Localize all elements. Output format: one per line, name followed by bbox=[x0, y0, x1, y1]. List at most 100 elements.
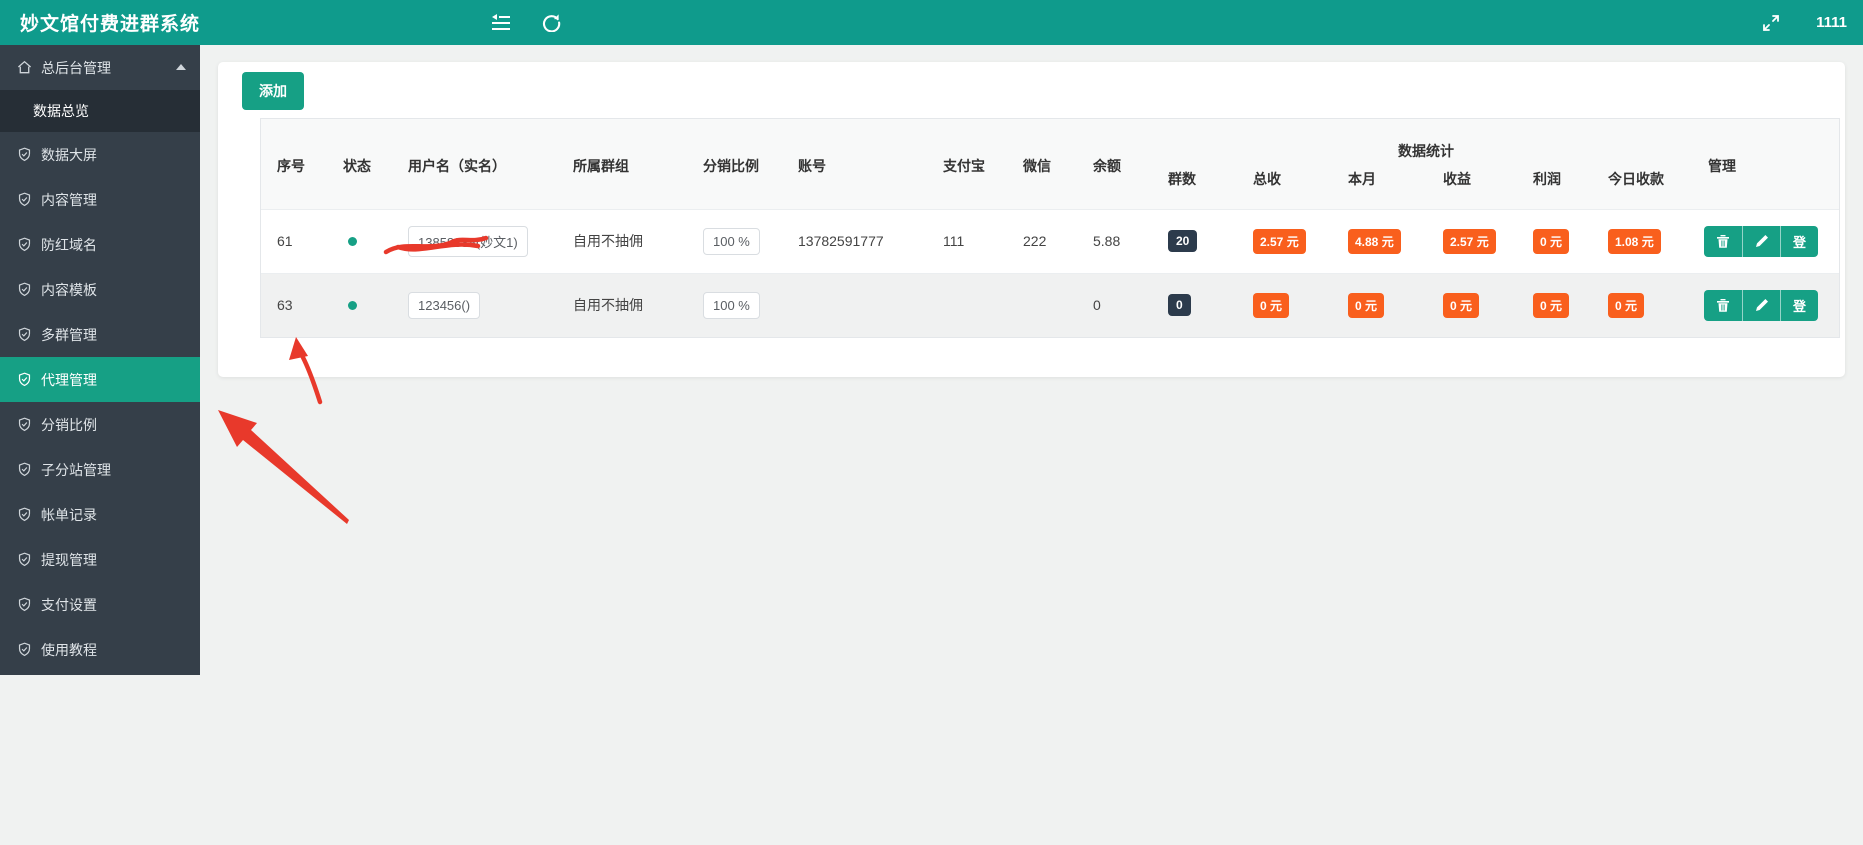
total-badge: 0 元 bbox=[1253, 292, 1290, 318]
col-income: 收益 bbox=[1431, 163, 1521, 209]
cell-account bbox=[786, 272, 931, 337]
shield-check-icon bbox=[17, 327, 33, 343]
chevron-up-icon bbox=[176, 64, 186, 70]
username-field[interactable]: 13858888(妙文1) bbox=[408, 225, 528, 257]
col-manage: 管理 bbox=[1696, 119, 1840, 209]
col-wechat: 微信 bbox=[1011, 119, 1081, 209]
sidebar-item-data-overview[interactable]: 数据总览 bbox=[0, 90, 200, 132]
cell-alipay: 111 bbox=[931, 208, 1011, 273]
shield-check-icon bbox=[17, 417, 33, 433]
cell-month: 4.88 元 bbox=[1336, 208, 1431, 273]
cell-balance: 0 bbox=[1081, 272, 1156, 337]
user-menu[interactable]: 1111 bbox=[1816, 14, 1847, 31]
cell-status bbox=[331, 208, 396, 273]
cell-username: 13858888(妙文1) bbox=[396, 208, 561, 273]
sidebar-nav: 总后台管理 数据总览 数据大屏 内容管理 防红域名 内容模板 多群管理 代理管理… bbox=[0, 45, 200, 675]
username-field[interactable]: 123456() bbox=[408, 291, 481, 319]
status-online-dot bbox=[348, 301, 357, 311]
cell-groups: 0 bbox=[1156, 272, 1241, 337]
col-group-stats: 数据统计 bbox=[1156, 119, 1697, 163]
col-groups: 群数 bbox=[1156, 163, 1241, 209]
top-navbar: 妙文馆付费进群系统 1111 bbox=[0, 0, 1863, 45]
sidebar-item-bill-records[interactable]: 帐单记录 bbox=[0, 492, 200, 537]
login-button[interactable]: 登 bbox=[1780, 289, 1819, 321]
cell-account: 13782591777 bbox=[786, 208, 931, 273]
sidebar-item-antired-domain[interactable]: 防红域名 bbox=[0, 222, 200, 267]
cell-total: 0 元 bbox=[1241, 272, 1336, 337]
sidebar-item-data-screen[interactable]: 数据大屏 bbox=[0, 132, 200, 177]
table-row: 63 123456() 自用不抽佣 100 % 0 0 0 元 0 元 0 元 bbox=[261, 272, 1840, 337]
login-button[interactable]: 登 bbox=[1780, 225, 1819, 257]
content-area: 添加 序号 状态 用户名（实名） 所属群组 分销比例 账号 支付宝 微信 余额 … bbox=[200, 45, 1863, 845]
total-badge: 2.57 元 bbox=[1253, 228, 1306, 254]
cell-ratio: 100 % bbox=[691, 208, 786, 273]
sidebar-item-multi-group[interactable]: 多群管理 bbox=[0, 312, 200, 357]
shield-check-icon bbox=[17, 192, 33, 208]
today-badge: 0 元 bbox=[1608, 292, 1645, 318]
group-count-badge: 0 bbox=[1168, 294, 1191, 317]
table-row: 61 13858888(妙文1) 自用不抽佣 100 % 13782591777… bbox=[261, 208, 1840, 273]
delete-button[interactable] bbox=[1704, 225, 1743, 257]
ratio-field[interactable]: 100 % bbox=[703, 227, 760, 255]
sidebar-item-content-mgmt[interactable]: 内容管理 bbox=[0, 177, 200, 222]
profit-badge: 0 元 bbox=[1533, 228, 1570, 254]
sidebar-item-distribution-ratio[interactable]: 分销比例 bbox=[0, 402, 200, 447]
shield-check-icon bbox=[17, 507, 33, 523]
cell-income: 0 元 bbox=[1431, 272, 1521, 337]
edit-button[interactable] bbox=[1742, 289, 1781, 321]
profit-badge: 0 元 bbox=[1533, 292, 1570, 318]
collapse-menu-icon[interactable] bbox=[490, 12, 512, 34]
col-username: 用户名（实名） bbox=[396, 119, 561, 209]
ratio-field[interactable]: 100 % bbox=[703, 291, 760, 319]
today-badge: 1.08 元 bbox=[1608, 228, 1661, 254]
cell-balance: 5.88 bbox=[1081, 208, 1156, 273]
shield-check-icon bbox=[17, 147, 33, 163]
cell-profit: 0 元 bbox=[1521, 208, 1596, 273]
app-title: 妙文馆付费进群系统 bbox=[20, 14, 201, 35]
cell-groups: 20 bbox=[1156, 208, 1241, 273]
add-button[interactable]: 添加 bbox=[242, 72, 304, 110]
shield-check-icon bbox=[17, 237, 33, 253]
cell-income: 2.57 元 bbox=[1431, 208, 1521, 273]
col-account: 账号 bbox=[786, 119, 931, 209]
col-month: 本月 bbox=[1336, 163, 1431, 209]
col-seq: 序号 bbox=[261, 119, 331, 209]
col-group: 所属群组 bbox=[561, 119, 691, 209]
cell-seq: 61 bbox=[261, 208, 331, 273]
sidebar-item-payment-settings[interactable]: 支付设置 bbox=[0, 582, 200, 627]
delete-button[interactable] bbox=[1704, 289, 1743, 321]
cell-group: 自用不抽佣 bbox=[561, 208, 691, 273]
home-icon bbox=[17, 60, 33, 76]
edit-button[interactable] bbox=[1742, 225, 1781, 257]
cell-ratio: 100 % bbox=[691, 272, 786, 337]
cell-profit: 0 元 bbox=[1521, 272, 1596, 337]
cell-seq: 63 bbox=[261, 272, 331, 337]
sidebar-item-substation-mgmt[interactable]: 子分站管理 bbox=[0, 447, 200, 492]
col-status: 状态 bbox=[331, 119, 396, 209]
cell-manage: 登 bbox=[1696, 208, 1840, 273]
cell-total: 2.57 元 bbox=[1241, 208, 1336, 273]
cell-wechat: 222 bbox=[1011, 208, 1081, 273]
shield-check-icon bbox=[17, 642, 33, 658]
shield-check-icon bbox=[17, 282, 33, 298]
sidebar-item-admin-root[interactable]: 总后台管理 bbox=[0, 45, 200, 90]
col-profit: 利润 bbox=[1521, 163, 1596, 209]
cell-wechat bbox=[1011, 272, 1081, 337]
col-balance: 余额 bbox=[1081, 119, 1156, 209]
sidebar-item-withdrawal-mgmt[interactable]: 提现管理 bbox=[0, 537, 200, 582]
cell-alipay bbox=[931, 272, 1011, 337]
col-today: 今日收款 bbox=[1596, 163, 1697, 209]
status-online-dot bbox=[348, 237, 357, 246]
cell-today: 1.08 元 bbox=[1596, 208, 1697, 273]
fullscreen-icon[interactable] bbox=[1760, 12, 1782, 34]
shield-check-icon bbox=[17, 462, 33, 478]
shield-check-icon bbox=[17, 552, 33, 568]
group-count-badge: 20 bbox=[1168, 230, 1198, 252]
sidebar-item-tutorial[interactable]: 使用教程 bbox=[0, 627, 200, 672]
sidebar-item-content-template[interactable]: 内容模板 bbox=[0, 267, 200, 312]
refresh-icon[interactable] bbox=[540, 12, 562, 34]
cell-today: 0 元 bbox=[1596, 272, 1697, 337]
sidebar-item-agent-mgmt[interactable]: 代理管理 bbox=[0, 357, 200, 402]
col-total: 总收 bbox=[1241, 163, 1336, 209]
month-badge: 0 元 bbox=[1348, 292, 1385, 318]
